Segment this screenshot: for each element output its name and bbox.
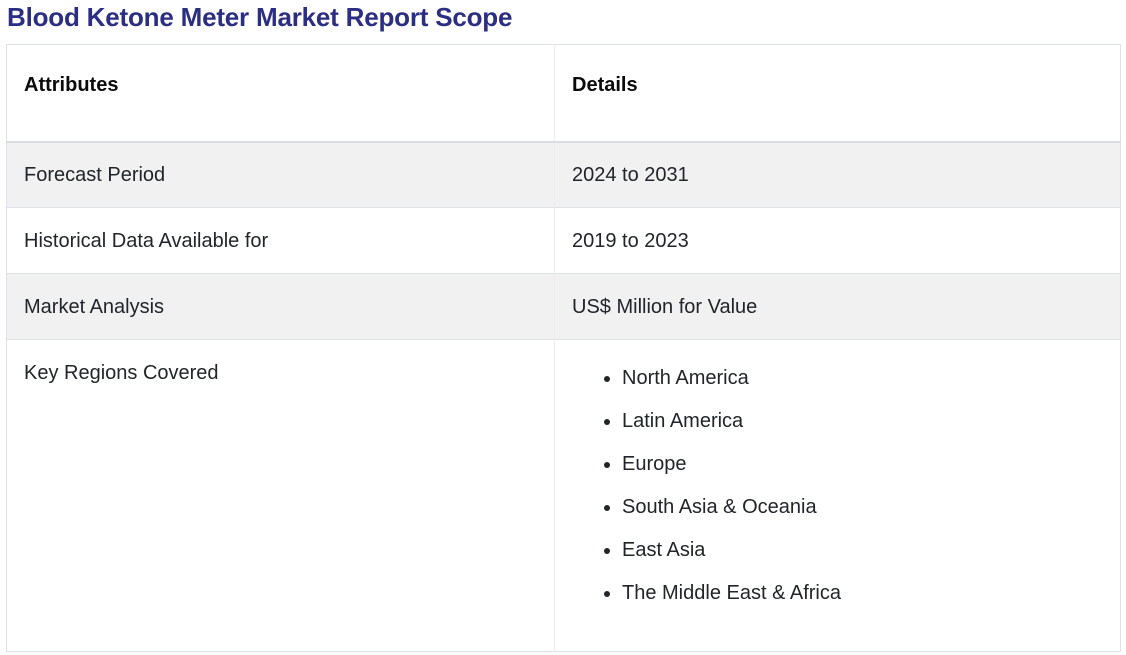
region-item: Latin America bbox=[622, 408, 1103, 435]
table-header-row: Attributes Details bbox=[6, 44, 1121, 143]
column-header-attributes: Attributes bbox=[6, 44, 555, 143]
table-row-key-regions: Key Regions Covered North America Latin … bbox=[6, 339, 1121, 652]
table-row-historical-data: Historical Data Available for 2019 to 20… bbox=[6, 207, 1121, 274]
attribute-cell: Market Analysis bbox=[6, 273, 555, 340]
column-header-details: Details bbox=[554, 44, 1121, 143]
attribute-cell: Key Regions Covered bbox=[24, 362, 219, 384]
region-item: The Middle East & Africa bbox=[622, 580, 1103, 607]
report-scope-table: Attributes Details Forecast Period 2024 … bbox=[6, 44, 1121, 652]
detail-cell: US$ Million for Value bbox=[554, 273, 1121, 340]
page-title: Blood Ketone Meter Market Report Scope bbox=[7, 2, 513, 32]
table-row-market-analysis: Market Analysis US$ Million for Value bbox=[6, 273, 1121, 340]
detail-cell: North America Latin America Europe South… bbox=[554, 339, 1121, 652]
attribute-cell: Forecast Period bbox=[6, 141, 555, 208]
regions-list: North America Latin America Europe South… bbox=[572, 365, 1103, 607]
region-item: South Asia & Oceania bbox=[622, 494, 1103, 521]
detail-cell: 2024 to 2031 bbox=[554, 141, 1121, 208]
region-item: North America bbox=[622, 365, 1103, 392]
attribute-cell: Historical Data Available for bbox=[24, 229, 269, 252]
region-item: East Asia bbox=[622, 537, 1103, 564]
detail-cell: 2019 to 2023 bbox=[554, 207, 1121, 274]
region-item: Europe bbox=[622, 451, 1103, 478]
table-row-forecast-period: Forecast Period 2024 to 2031 bbox=[6, 141, 1121, 208]
